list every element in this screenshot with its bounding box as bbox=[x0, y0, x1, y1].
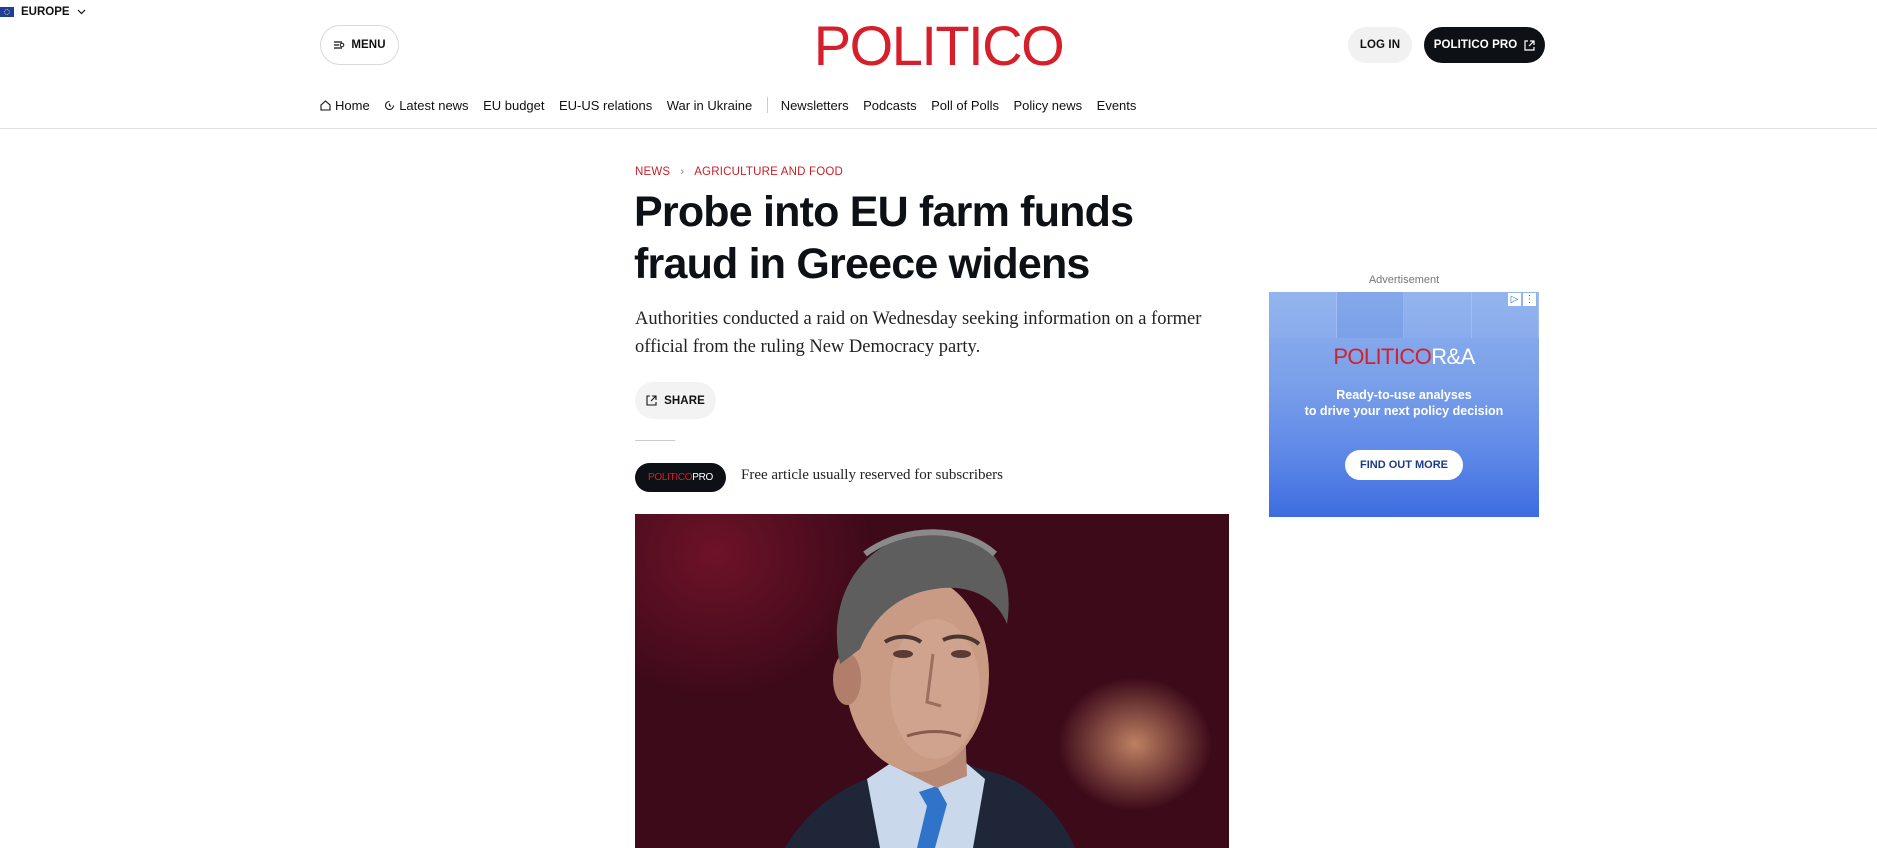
share-icon bbox=[646, 395, 657, 406]
politico-pro-label: POLITICO PRO bbox=[1433, 39, 1518, 51]
ad-logo: POLITICOR&A bbox=[1269, 344, 1539, 370]
login-button[interactable]: LOG IN bbox=[1348, 27, 1412, 63]
nav-item-label: Poll of Polls bbox=[931, 97, 1000, 113]
breadcrumb-agriculture-and-food[interactable]: AGRICULTURE AND FOOD bbox=[694, 166, 843, 178]
advertisement-label: Advertisement bbox=[1368, 274, 1440, 286]
nav-item-events[interactable]: Events bbox=[1097, 98, 1137, 113]
badge-politico-text: POLITICO bbox=[647, 472, 693, 483]
nav-item-latest-news[interactable]: Latest news bbox=[384, 97, 469, 113]
nav-item-home[interactable]: Home bbox=[320, 98, 370, 113]
adchoices-icon[interactable]: ▷ bbox=[1508, 293, 1521, 306]
nav-item-newsletters[interactable]: Newsletters bbox=[781, 98, 849, 113]
politico-pro-button[interactable]: POLITICO PRO bbox=[1424, 27, 1545, 63]
free-article-note: Free article usually reserved for subscr… bbox=[741, 467, 1003, 483]
nav-item-label: Latest news bbox=[399, 97, 469, 113]
article-headline: Probe into EU farm funds fraud in Greece… bbox=[634, 188, 1134, 288]
home-icon bbox=[320, 99, 331, 111]
nav-divider bbox=[766, 97, 768, 113]
nav-item-podcasts[interactable]: Podcasts bbox=[863, 98, 916, 113]
login-label: LOG IN bbox=[1359, 39, 1401, 51]
ad-logo-politico: POLITICO bbox=[1333, 344, 1432, 369]
ad-copy: Ready-to-use analyses to drive your next… bbox=[1269, 387, 1539, 419]
nav-item-label: EU budget bbox=[483, 97, 545, 113]
nav-item-war-in-ukraine[interactable]: War in Ukraine bbox=[667, 98, 752, 113]
nav-item-eu-budget[interactable]: EU budget bbox=[483, 98, 544, 113]
politico-pro-badge: POLITICO PRO bbox=[635, 463, 726, 492]
article-dek: Authorities conducted a raid on Wednesda… bbox=[635, 309, 1202, 357]
nav-item-eu-us-relations[interactable]: EU-US relations bbox=[559, 98, 652, 113]
article-lead-image bbox=[635, 514, 1229, 848]
share-label: SHARE bbox=[664, 394, 705, 407]
nav-item-label: Events bbox=[1096, 97, 1137, 113]
nav-divider-line bbox=[0, 128, 1877, 129]
ad-copy-line2: to drive your next policy decision bbox=[1304, 404, 1504, 418]
breadcrumb-news[interactable]: NEWS bbox=[635, 166, 670, 178]
site-logo[interactable]: POLITICO bbox=[0, 12, 1877, 80]
ad-logo-ra: R&A bbox=[1431, 344, 1475, 369]
ad-copy-line1: Ready-to-use analyses bbox=[1336, 388, 1472, 402]
share-button[interactable]: SHARE bbox=[635, 382, 716, 419]
nav-item-label: Home bbox=[335, 97, 370, 113]
badge-pro-text: PRO bbox=[692, 472, 714, 483]
breadcrumb: NEWS › AGRICULTURE AND FOOD bbox=[635, 166, 843, 178]
nav-item-label: EU-US relations bbox=[559, 97, 653, 113]
nav-item-label: War in Ukraine bbox=[666, 97, 753, 113]
portrait-illustration bbox=[785, 529, 1075, 848]
divider bbox=[635, 440, 675, 441]
primary-nav: Home Latest news EU budget EU-US relatio… bbox=[320, 97, 1151, 113]
advertisement-banner[interactable]: ▷ ⋮ POLITICOR&A Ready-to-use analyses to… bbox=[1269, 292, 1539, 517]
chevron-right-icon: › bbox=[680, 166, 685, 178]
nav-item-label: Newsletters bbox=[780, 97, 849, 113]
ad-header-tiles bbox=[1269, 292, 1539, 338]
clock-icon bbox=[385, 100, 395, 110]
nav-item-label: Podcasts bbox=[863, 97, 917, 113]
nav-item-poll-of-polls[interactable]: Poll of Polls bbox=[931, 98, 999, 113]
ad-find-out-more-button[interactable]: FIND OUT MORE bbox=[1345, 450, 1463, 480]
nav-item-label: Policy news bbox=[1013, 97, 1083, 113]
nav-item-policy-news[interactable]: Policy news bbox=[1014, 98, 1083, 113]
external-link-icon bbox=[1524, 39, 1535, 51]
ad-options-icon[interactable]: ⋮ bbox=[1523, 293, 1536, 306]
